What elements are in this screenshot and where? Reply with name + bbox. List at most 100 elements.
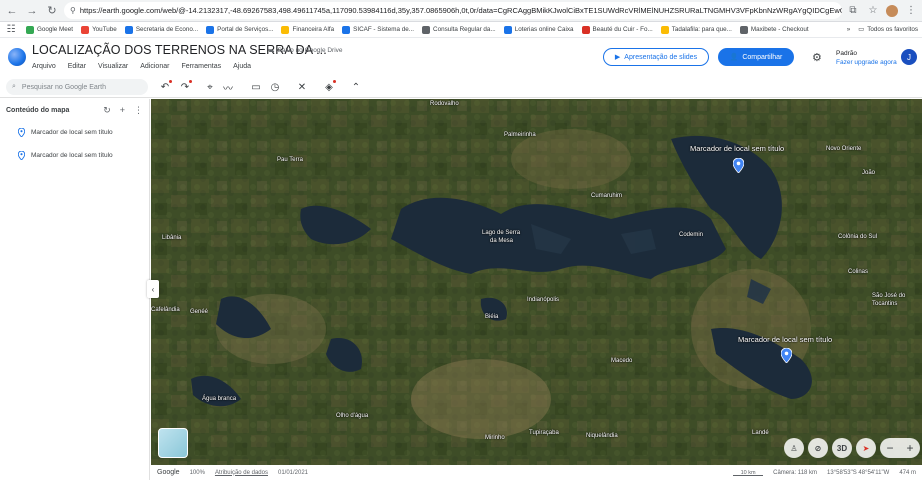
measure-icon[interactable]: ✕ (295, 80, 309, 94)
bookmark-favicon (206, 25, 215, 34)
menu-adicionar[interactable]: Adicionar (140, 63, 169, 70)
undo-icon[interactable]: ↶ (158, 80, 172, 94)
satellite-imagery (151, 99, 922, 465)
zoom-controls: − + (880, 438, 920, 458)
bookmark-item[interactable]: YouTube (81, 25, 117, 34)
bookmark-item[interactable]: Tadalafila: para que... (660, 25, 732, 34)
menu-ferramentas[interactable]: Ferramentas (181, 63, 221, 70)
list-item[interactable]: Marcador de local sem título (0, 144, 149, 167)
bookmark-item[interactable]: Consulta Regular da... (422, 25, 496, 34)
map-label: Colônia do Sul (838, 234, 878, 240)
settings-gear-icon[interactable]: ⚙ (812, 51, 822, 64)
imagery-date: 01/01/2021 (277, 469, 309, 476)
browser-menu-icon[interactable]: ⋮ (904, 4, 918, 18)
panel-header: Conteúdo do mapa ↻ + ⋮ (0, 99, 149, 121)
all-bookmarks-folder[interactable]: ▭ Todos os favoritos (858, 26, 918, 33)
add-icon[interactable]: + (120, 105, 125, 116)
refresh-icon[interactable]: ↻ (103, 105, 111, 116)
pegman-icon[interactable]: ♙ (784, 438, 804, 458)
bookmark-favicon (422, 25, 431, 34)
back-icon[interactable]: ← (4, 3, 20, 19)
forward-icon[interactable]: → (24, 3, 40, 19)
reload-icon[interactable]: ↻ (44, 3, 60, 19)
slideshow-button[interactable]: ▶ Apresentação de slides (603, 48, 709, 66)
map-label: Olho d'água (336, 413, 369, 419)
menu-editar[interactable]: Editar (68, 63, 86, 70)
address-bar[interactable]: ⚲ https://earth.google.com/web/@-14.2132… (64, 2, 842, 19)
camera-altitude: Câmera: 118 km (773, 469, 818, 476)
draw-path-icon[interactable]: 〰 (221, 80, 235, 95)
more-options-icon[interactable]: ⋮ (134, 105, 143, 116)
more-bookmarks-icon[interactable]: » (847, 26, 851, 33)
search-icon: ⌕ (12, 83, 16, 90)
browser-toolbar: ← → ↻ ⚲ https://earth.google.com/web/@-1… (0, 0, 922, 22)
map-label: Indianópolis (527, 297, 560, 303)
bookmark-label: SICAF - Sistema de... (353, 26, 415, 33)
google-earth-logo[interactable] (8, 48, 26, 66)
bookmark-label: Beauté du Cuir - Fo... (592, 26, 653, 33)
bookmark-label: Secretaria de Econo... (135, 26, 199, 33)
upgrade-link[interactable]: Fazer upgrade agora (836, 58, 897, 67)
data-attribution-link[interactable]: Atribuição de dados (215, 470, 268, 476)
share-label: Compartilhar (742, 53, 783, 61)
placemark-map-label[interactable]: Marcador de local sem título (738, 335, 832, 344)
bookmark-favicon (660, 25, 669, 34)
toggle-3d-button[interactable]: 3D (832, 438, 852, 458)
redo-icon[interactable]: ↷ (178, 80, 192, 94)
bookmark-item[interactable]: Maxibete - Checkout (739, 25, 809, 34)
placemark-icon (18, 128, 25, 137)
bookmark-label: Consulta Regular da... (433, 26, 496, 33)
map-label: Mirinho (485, 435, 505, 441)
add-person-icon: 👤 (729, 54, 739, 61)
install-app-icon[interactable]: ⧉ (846, 4, 860, 18)
search-input[interactable]: ⌕ Pesquisar no Google Earth (6, 79, 148, 95)
bookmark-star-icon[interactable]: ☆ (866, 4, 880, 18)
placemark-pin-icon[interactable] (733, 158, 744, 173)
user-avatar[interactable]: J (901, 49, 917, 65)
cloud-saved-icon: ☁ (268, 47, 275, 54)
menu-visualizar[interactable]: Visualizar (98, 63, 128, 70)
hide-view-icon[interactable]: ⊘ (808, 438, 828, 458)
bookmark-item[interactable]: Google Meet (26, 25, 73, 34)
share-button[interactable]: 👤 Compartilhar (718, 48, 794, 66)
bookmark-item[interactable]: Portal de Serviços... (206, 25, 274, 34)
bookmark-label: Portal de Serviços... (217, 26, 274, 33)
bookmark-item[interactable]: Financeira Alfa (281, 25, 334, 34)
apps-grid-icon[interactable]: ☷ (4, 23, 18, 37)
bookmark-item[interactable]: Secretaria de Econo... (124, 25, 199, 34)
collapse-panel-button[interactable]: ‹ (147, 280, 159, 298)
add-placemark-icon[interactable]: ⌖ (203, 80, 217, 94)
satellite-map[interactable]: Rodovalho Palmeirinha Pau Terra Marcador… (151, 99, 922, 465)
bookmark-item[interactable]: SICAF - Sistema de... (342, 25, 415, 34)
map-label: Codemin (679, 232, 704, 238)
map-label: Niquelândia (586, 433, 618, 439)
bookmark-item[interactable]: Beauté du Cuir - Fo... (581, 25, 653, 34)
minimap-thumbnail[interactable] (158, 428, 188, 458)
site-info-icon[interactable]: ⚲ (70, 6, 76, 15)
coordinates-readout: 13°58'53"S 48°54'11"W (827, 469, 890, 476)
bookmark-favicon (26, 25, 34, 34)
map-content-panel: Conteúdo do mapa ↻ + ⋮ Marcador de local… (0, 99, 150, 480)
history-icon[interactable]: ◷ (268, 80, 282, 94)
zoom-out-icon[interactable]: − (886, 441, 893, 455)
layers-icon[interactable]: ◈ (322, 80, 336, 94)
profile-avatar[interactable] (886, 4, 898, 17)
placemark-map-label[interactable]: Marcador de local sem título (690, 144, 784, 153)
account-info: Padrão Fazer upgrade agora (836, 49, 897, 67)
present-icon: ▶ (614, 54, 621, 61)
menu-arquivo[interactable]: Arquivo (32, 63, 56, 70)
list-item[interactable]: Marcador de local sem título (0, 121, 149, 144)
slide-icon[interactable]: ▭ (249, 80, 263, 94)
panel-title: Conteúdo do mapa (6, 106, 70, 114)
menu-ajuda[interactable]: Ajuda (233, 63, 251, 70)
zoom-level: 100% (189, 469, 205, 476)
placemark-icon (18, 151, 25, 160)
collapse-toolbar-icon[interactable]: ⌃ (349, 80, 363, 94)
placemark-pin-icon[interactable] (781, 348, 792, 363)
placemark-label: Marcador de local sem título (31, 152, 113, 159)
folder-icon: ▭ (858, 26, 865, 33)
bookmark-item[interactable]: Loterias online Caixa (503, 25, 574, 34)
zoom-in-icon[interactable]: + (906, 441, 913, 455)
compass-icon[interactable]: ➤ (856, 438, 876, 458)
map-label: Biéia (485, 314, 499, 320)
